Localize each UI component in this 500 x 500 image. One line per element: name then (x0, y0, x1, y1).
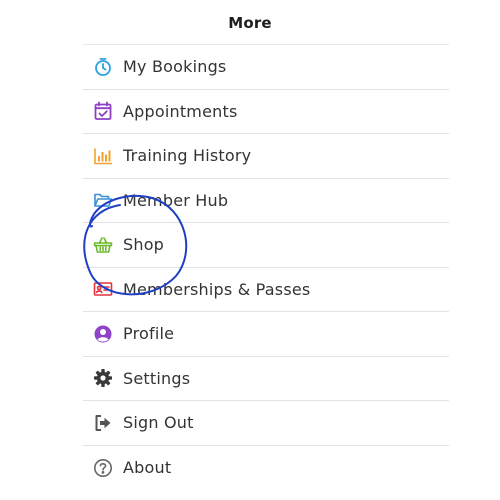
menu-item-my-bookings[interactable]: My Bookings (83, 45, 449, 90)
shopping-basket-icon (92, 234, 114, 256)
menu-item-label: Profile (123, 324, 175, 344)
menu-item-label: Memberships & Passes (123, 279, 311, 299)
sign-out-icon (92, 412, 114, 434)
user-circle-icon (92, 323, 114, 345)
menu-item-label: My Bookings (123, 57, 227, 77)
menu-item-label: About (123, 458, 172, 478)
menu-item-label: Member Hub (123, 190, 229, 210)
menu-item-sign-out[interactable]: Sign Out (83, 401, 449, 446)
menu-item-label: Appointments (123, 101, 238, 121)
folder-open-icon (92, 189, 114, 211)
menu-item-label: Training History (123, 146, 252, 166)
menu-item-about[interactable]: About (83, 446, 449, 491)
question-circle-icon (92, 457, 114, 479)
menu-item-memberships-passes[interactable]: Memberships & Passes (83, 268, 449, 312)
membership-card-icon (92, 278, 114, 300)
calendar-check-icon (92, 100, 114, 122)
header-bar: More (0, 0, 500, 46)
menu-item-label: Shop (123, 235, 165, 255)
bar-chart-icon (92, 145, 114, 167)
page-title: More (228, 14, 272, 32)
menu-item-appointments[interactable]: Appointments (83, 90, 449, 134)
more-menu-list: My Bookings Appointments Training Histor (83, 44, 449, 490)
menu-item-profile[interactable]: Profile (83, 312, 449, 357)
timer-icon (92, 56, 114, 78)
menu-item-training-history[interactable]: Training History (83, 134, 449, 179)
menu-item-label: Settings (123, 368, 191, 388)
menu-item-label: Sign Out (123, 413, 194, 433)
menu-item-member-hub[interactable]: Member Hub (83, 179, 449, 223)
menu-item-settings[interactable]: Settings (83, 357, 449, 401)
menu-item-shop[interactable]: Shop (83, 223, 449, 268)
gear-icon (92, 367, 114, 389)
